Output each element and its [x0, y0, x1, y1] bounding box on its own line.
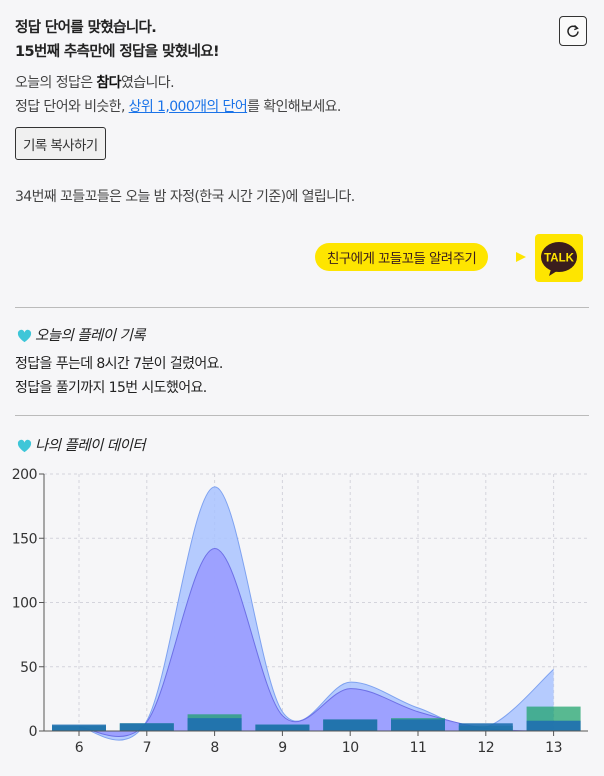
refresh-button[interactable]: [559, 16, 587, 46]
y-tick-label: 200: [12, 467, 37, 483]
play-time-line: 정답을 푸는데 8시간 7분이 걸렸어요.: [15, 356, 223, 372]
heart-icon: [17, 329, 32, 342]
area-series-line: [78, 548, 554, 737]
share-bubble-tail: [516, 252, 526, 262]
top-1000-words-link[interactable]: 상위 1,000개의 단어: [129, 99, 248, 115]
divider: [15, 307, 589, 308]
kakao-talk-icon: TALK: [541, 242, 577, 276]
today-record-title: 오늘의 플레이 기록: [35, 328, 146, 344]
answer-line: 오늘의 정답은 참다였습니다.: [15, 72, 175, 92]
answer-word: 참다: [96, 75, 121, 91]
share-bubble[interactable]: 친구에게 꼬들꼬들 알려주기: [315, 243, 489, 271]
heart-icon: [17, 439, 32, 452]
bar: [119, 723, 174, 731]
bar: [391, 719, 445, 731]
y-tick-label: 100: [12, 596, 37, 612]
x-tick-label: 10: [342, 740, 359, 756]
kakao-share-button[interactable]: TALK: [535, 234, 583, 282]
y-tick-label: 50: [20, 660, 37, 676]
copy-record-button[interactable]: 기록 복사하기: [15, 127, 106, 160]
x-tick-label: 11: [410, 740, 427, 756]
next-game-notice: 34번째 꼬들꼬들은 오늘 밤 자정(한국 시간 기준)에 열립니다.: [15, 189, 355, 205]
similar-line: 정답 단어와 비슷한, 상위 1,000개의 단어를 확인해보세요.: [15, 96, 341, 116]
tries-line: 정답을 풀기까지 15번 시도했어요.: [15, 380, 207, 396]
bar: [52, 724, 106, 731]
my-data-heading: 나의 플레이 데이터: [17, 434, 146, 455]
x-tick-label: 6: [75, 740, 84, 756]
bar: [323, 719, 378, 731]
my-data-title: 나의 플레이 데이터: [35, 438, 146, 454]
x-tick-label: 13: [545, 740, 562, 756]
answer-prefix: 오늘의 정답은: [15, 75, 97, 91]
bar: [458, 723, 513, 731]
x-tick-label: 9: [278, 740, 286, 756]
y-tick-label: 150: [12, 531, 37, 547]
x-tick-label: 12: [477, 740, 494, 756]
kakao-talk-label: TALK: [544, 253, 575, 265]
area-series: [79, 548, 554, 737]
area-series: [79, 486, 554, 741]
y-tick-label: 0: [29, 724, 37, 740]
today-record-heading: 오늘의 플레이 기록: [17, 324, 146, 345]
divider: [15, 415, 589, 416]
result-headline: 정답 단어를 맞혔습니다.: [15, 20, 157, 36]
bar: [187, 718, 242, 731]
x-tick-label: 7: [143, 740, 151, 756]
play-data-chart: 200 150 100 50 0 6 7 8 9 10 11 12 13: [12, 467, 588, 756]
answer-suffix: 였습니다.: [120, 75, 175, 91]
x-tick-label: 8: [210, 740, 218, 756]
similar-suffix: 를 확인해보세요.: [247, 99, 341, 115]
area-series-line: [78, 486, 554, 741]
bar: [526, 720, 581, 731]
bar: [255, 724, 310, 731]
refresh-icon: [567, 24, 579, 37]
result-subline: 15번째 추측만에 정답을 맞혔네요!: [15, 44, 220, 60]
similar-prefix: 정답 단어와 비슷한,: [15, 99, 129, 115]
